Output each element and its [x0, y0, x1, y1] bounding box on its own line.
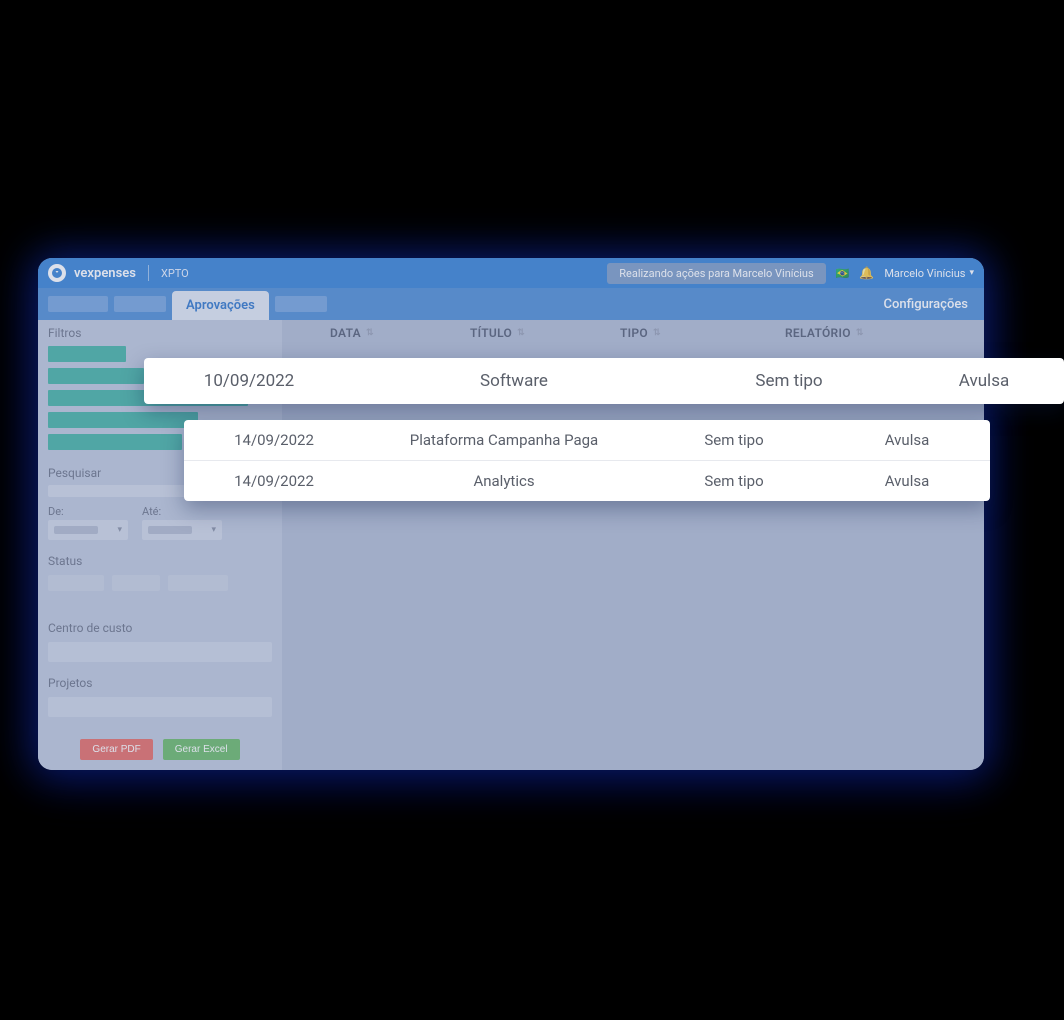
acting-as-pill[interactable]: Realizando ações para Marcelo Vinícius [607, 263, 825, 284]
cell-date: 14/09/2022 [184, 431, 364, 449]
status-label: Status [38, 552, 282, 571]
nav-item-placeholder[interactable] [275, 296, 327, 312]
status-chip[interactable] [48, 575, 104, 591]
status-chip[interactable] [168, 575, 228, 591]
table-headers: DATA ⇅ TÍTULO ⇅ TIPO ⇅ RELATÓRIO ⇅ [282, 320, 984, 346]
table-row[interactable]: 14/09/2022 Plataforma Campanha Paga Sem … [184, 420, 990, 460]
filter-bar[interactable] [48, 368, 144, 384]
sort-icon: ⇅ [856, 328, 864, 338]
col-relatorio-label: RELATÓRIO [785, 326, 851, 340]
cost-center-label: Centro de custo [38, 619, 282, 638]
col-data[interactable]: DATA ⇅ [330, 326, 470, 340]
chevron-down-icon: ▾ [117, 525, 122, 535]
col-data-label: DATA [330, 326, 361, 340]
col-tipo-label: TIPO [620, 326, 648, 340]
cost-center-input[interactable] [48, 642, 272, 662]
generate-excel-button[interactable]: Gerar Excel [163, 739, 240, 760]
cell-type: Sem tipo [674, 371, 904, 391]
cell-title: Plataforma Campanha Paga [364, 431, 644, 449]
cell-title: Analytics [364, 472, 644, 490]
user-name: Marcelo Vinícius [884, 267, 965, 280]
filter-bar[interactable] [48, 346, 126, 362]
nav-item-placeholder[interactable] [48, 296, 108, 312]
table-row-group: 14/09/2022 Plataforma Campanha Paga Sem … [184, 420, 990, 501]
nav-item-placeholder[interactable] [114, 296, 166, 312]
table-row[interactable]: 14/09/2022 Analytics Sem tipo Avulsa [184, 461, 990, 501]
projects-input[interactable] [48, 697, 272, 717]
date-to-select[interactable]: ▾ [142, 520, 222, 540]
col-titulo[interactable]: TÍTULO ⇅ [470, 326, 620, 340]
cell-report: Avulsa [824, 431, 990, 449]
app-window: vexpenses XPTO Realizando ações para Mar… [38, 258, 984, 770]
generate-pdf-button[interactable]: Gerar PDF [80, 739, 152, 760]
date-from-label: De: [48, 505, 128, 518]
filter-bar[interactable] [48, 412, 198, 428]
chevron-down-icon: ▾ [969, 268, 974, 278]
brand-name: vexpenses [74, 266, 136, 281]
col-tipo[interactable]: TIPO ⇅ [620, 326, 785, 340]
table-row[interactable]: 10/09/2022 Software Sem tipo Avulsa [144, 358, 1064, 404]
cell-date: 10/09/2022 [144, 371, 354, 391]
cell-title: Software [354, 371, 674, 391]
chevron-down-icon: ▾ [211, 525, 216, 535]
navbar: Aprovações Configurações [38, 288, 984, 320]
topbar: vexpenses XPTO Realizando ações para Mar… [38, 258, 984, 288]
cell-report: Avulsa [904, 371, 1064, 391]
date-from-select[interactable]: ▾ [48, 520, 128, 540]
tab-aprovacoes[interactable]: Aprovações [172, 291, 269, 320]
nav-configuracoes[interactable]: Configurações [884, 297, 969, 312]
status-chip[interactable] [112, 575, 160, 591]
cell-type: Sem tipo [644, 472, 824, 490]
cell-date: 14/09/2022 [184, 472, 364, 490]
status-chips [38, 571, 282, 591]
col-titulo-label: TÍTULO [470, 326, 512, 340]
brand-logo-icon [48, 264, 66, 282]
locale-flag-icon[interactable]: 🇧🇷 [836, 267, 850, 280]
cell-type: Sem tipo [644, 431, 824, 449]
sort-icon: ⇅ [366, 328, 374, 338]
col-relatorio[interactable]: RELATÓRIO ⇅ [785, 326, 915, 340]
sort-icon: ⇅ [517, 328, 525, 338]
sort-icon: ⇅ [653, 328, 661, 338]
projects-label: Projetos [38, 674, 282, 693]
filter-bar[interactable] [48, 434, 182, 450]
cell-report: Avulsa [824, 472, 990, 490]
filters-title: Filtros [38, 320, 282, 346]
notifications-bell-icon[interactable]: 🔔 [859, 266, 874, 280]
company-name: XPTO [161, 267, 189, 280]
brand-divider [148, 265, 149, 281]
user-menu[interactable]: Marcelo Vinícius ▾ [884, 267, 974, 280]
date-to-label: Até: [142, 505, 222, 518]
